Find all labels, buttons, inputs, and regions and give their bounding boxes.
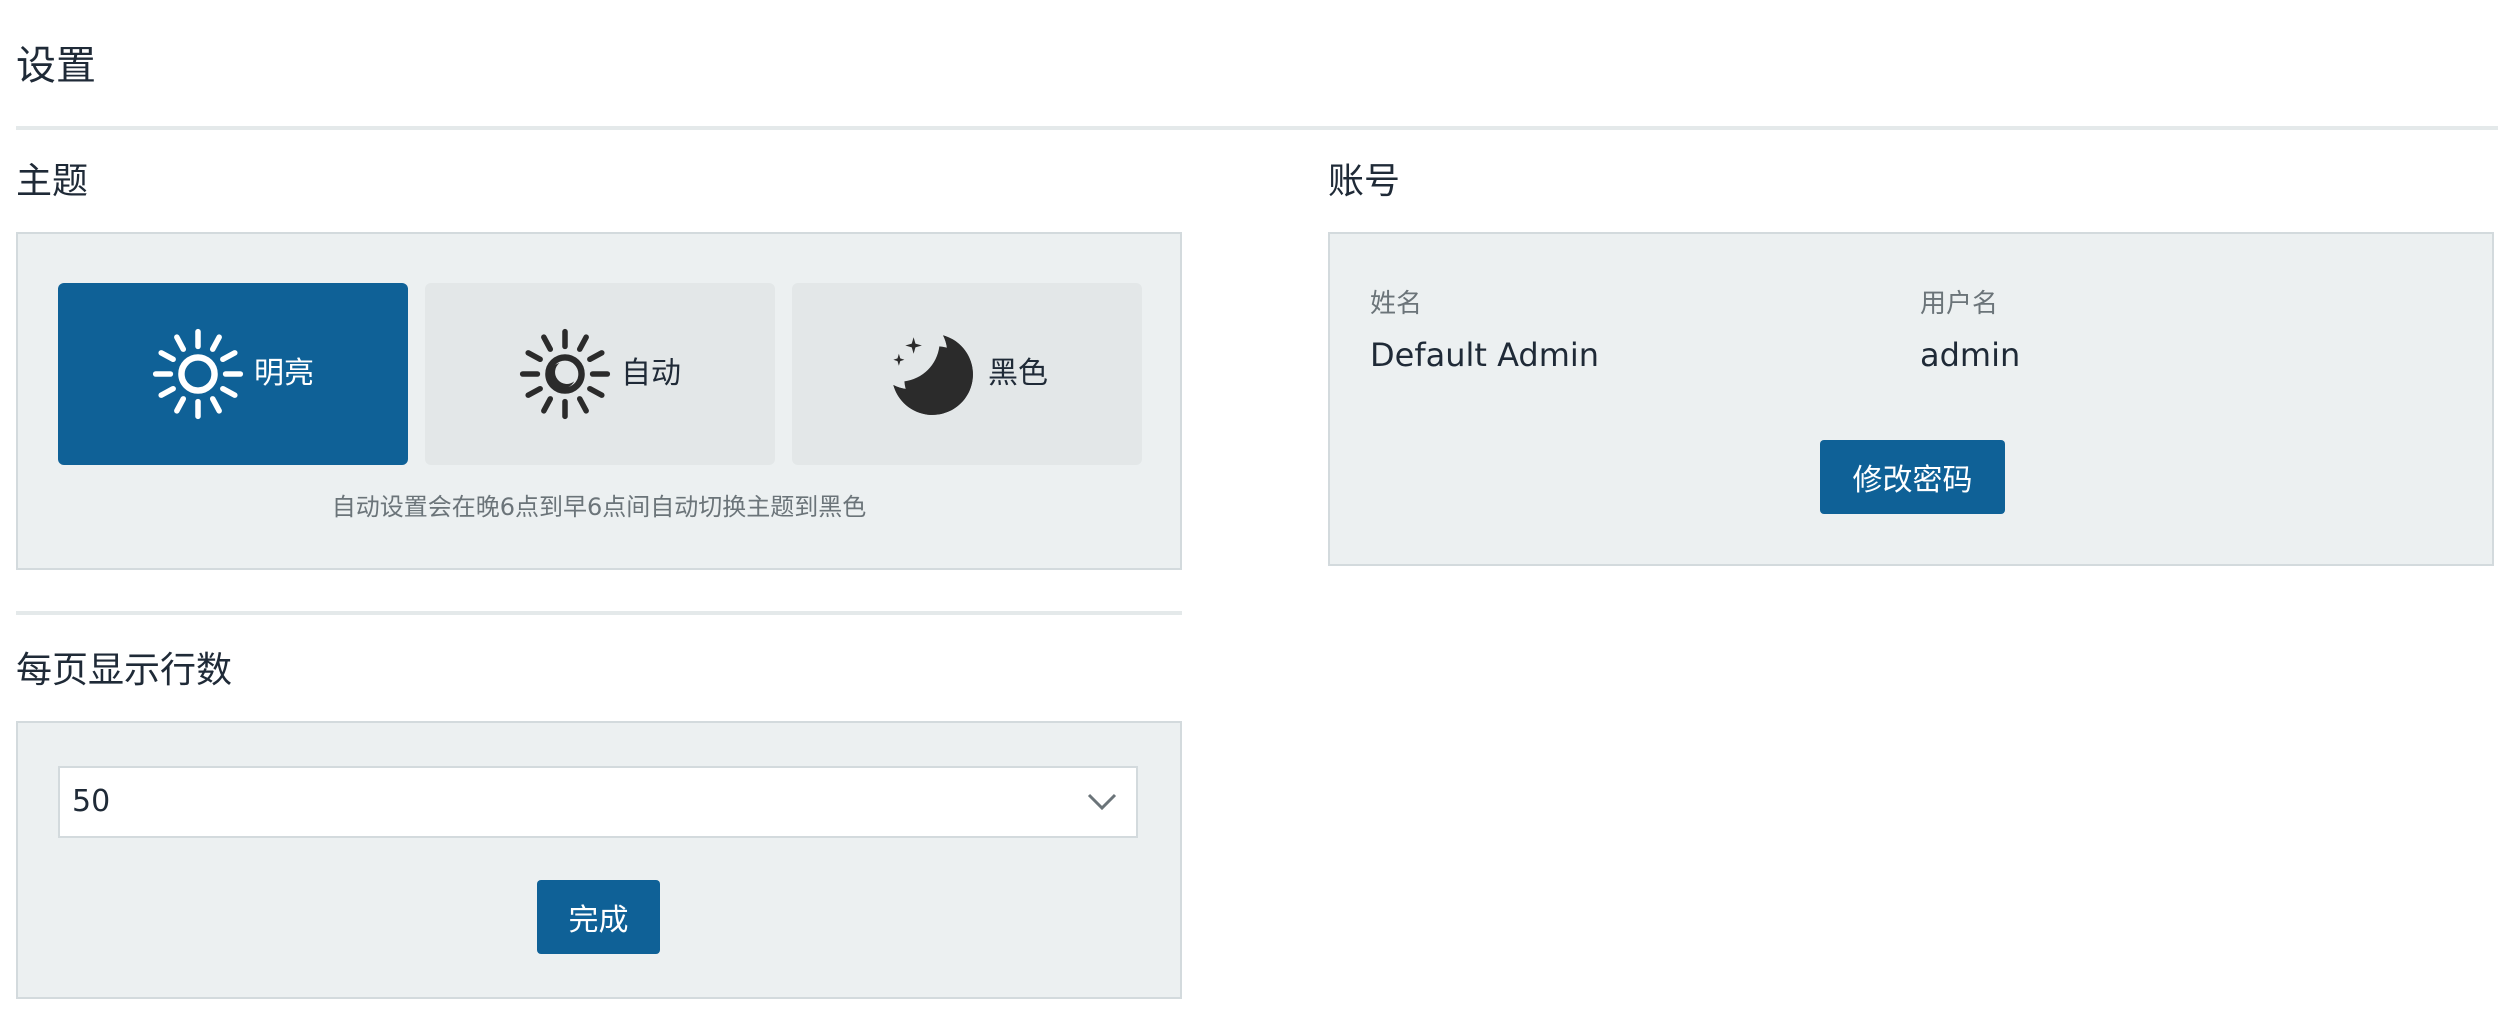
rows-per-page-selected-value: 50 [72, 784, 111, 819]
account-panel [1328, 232, 2494, 566]
chevron-down-icon [1087, 793, 1117, 811]
settings-page: 设置 主题 明亮 自动 黑色 自动设置会在晚6点到早6点间自动切换主题到黑色 每… [0, 0, 2514, 1030]
header-divider [16, 126, 2498, 130]
theme-option-auto[interactable]: 自动 [425, 283, 775, 465]
rows-per-page-section-title: 每页显示行数 [16, 650, 233, 691]
theme-section-divider [16, 611, 1182, 615]
done-button[interactable]: 完成 [537, 880, 660, 954]
theme-auto-hint: 自动设置会在晚6点到早6点间自动切换主题到黑色 [331, 493, 867, 521]
theme-option-light-label: 明亮 [254, 356, 314, 391]
theme-option-dark-label: 黑色 [988, 356, 1048, 391]
name-label: 姓名 [1370, 289, 1423, 319]
page-title: 设置 [16, 43, 96, 89]
rows-per-page-select[interactable]: 50 [58, 766, 1138, 838]
change-password-button[interactable]: 修改密码 [1820, 440, 2005, 514]
theme-section-title: 主题 [16, 161, 89, 202]
name-value: Default Admin [1370, 336, 1600, 374]
username-value: admin [1920, 336, 2021, 374]
theme-option-dark[interactable]: 黑色 [792, 283, 1142, 465]
theme-option-auto-label: 自动 [621, 356, 681, 391]
account-section-title: 账号 [1328, 161, 1401, 202]
sun-icon [152, 328, 244, 420]
username-label: 用户名 [1920, 289, 1999, 319]
auto-sun-moon-icon [519, 328, 611, 420]
rows-per-page-panel [16, 721, 1182, 999]
theme-option-light[interactable]: 明亮 [58, 283, 408, 465]
moon-stars-icon [893, 335, 973, 415]
